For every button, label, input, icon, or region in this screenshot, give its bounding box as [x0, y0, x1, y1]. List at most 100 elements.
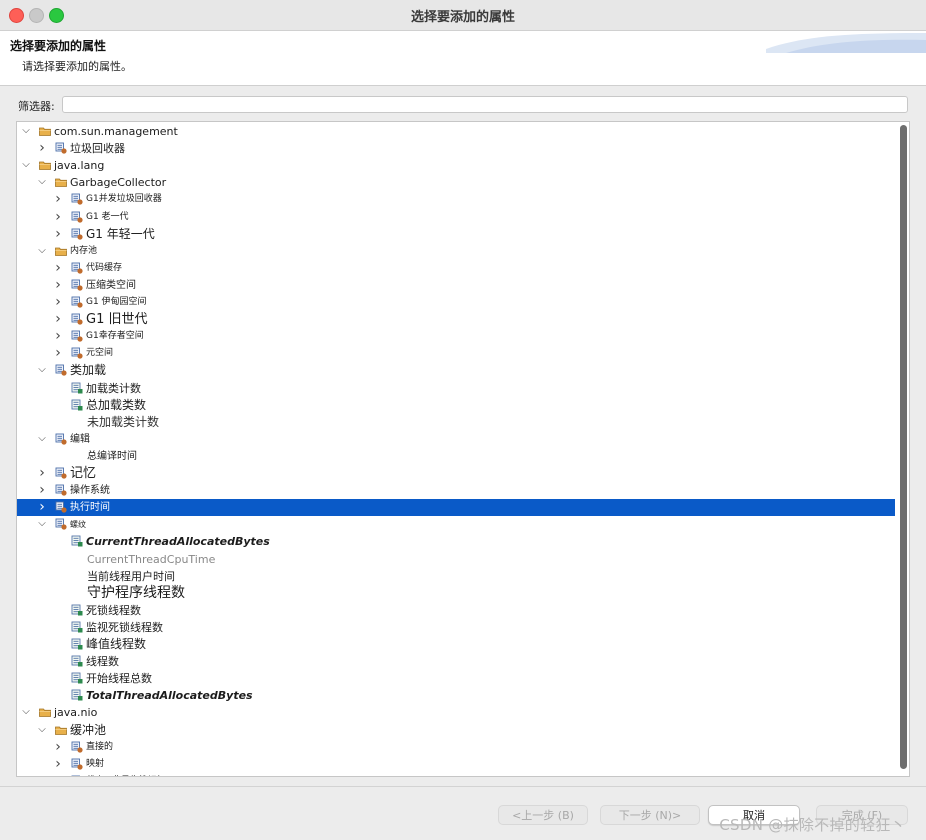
tree-row-label: 线程数	[86, 655, 119, 669]
tree-row[interactable]: 峰值线程数	[17, 636, 895, 653]
tree-row-label: G1 旧世代	[86, 312, 148, 328]
tree-row[interactable]: › 元空间	[17, 345, 895, 362]
tree-row-label: 螺纹	[70, 520, 86, 530]
tree-row[interactable]: ⌵ 螺纹	[17, 516, 895, 533]
chevron-down-icon[interactable]: ⌵	[21, 705, 31, 719]
chevron-down-icon[interactable]: ⌵	[37, 517, 47, 531]
tree-row[interactable]: TotalThreadAllocatedBytes	[17, 687, 895, 704]
tree-row[interactable]: ⌵ 内存池	[17, 243, 895, 260]
tree-row[interactable]: 死锁线程数	[17, 602, 895, 619]
tree-row[interactable]: ⌵ 缓冲池	[17, 722, 895, 739]
tree-row[interactable]: CurrentThreadAllocatedBytes	[17, 533, 895, 550]
chevron-right-icon[interactable]: ›	[37, 141, 47, 155]
tree-row-label: 编辑	[70, 433, 90, 445]
folder-icon	[39, 127, 51, 136]
tree-row[interactable]: › G1 伊甸园空间	[17, 294, 895, 311]
tree-row[interactable]: › 载人-“非易失性记忆”	[17, 773, 895, 776]
tree-row-label: 记忆	[70, 466, 97, 481]
chevron-down-icon[interactable]: ⌵	[21, 158, 31, 172]
mbean-icon	[71, 279, 83, 291]
chevron-right-icon[interactable]: ›	[53, 757, 63, 771]
tree-row[interactable]: › G1幸存者空间	[17, 328, 895, 345]
tree-scrollbar[interactable]	[900, 125, 907, 769]
tree-row-label: 当前线程用户时间	[87, 569, 175, 583]
tree-row[interactable]: › G1并发垃圾回收器	[17, 191, 895, 208]
chevron-right-icon[interactable]: ›	[53, 774, 63, 776]
chevron-down-icon[interactable]: ⌵	[37, 175, 47, 189]
attribute-icon	[71, 399, 83, 411]
tree-row[interactable]: ⌵ java.lang	[17, 157, 895, 174]
header-title: 选择要添加的属性	[10, 39, 107, 53]
tree-row[interactable]: ⌵ com.sun.management	[17, 123, 895, 140]
chevron-right-icon[interactable]: ›	[37, 500, 47, 514]
mbean-icon	[71, 313, 83, 325]
tree-row[interactable]: 加载类计数	[17, 380, 895, 397]
tree-row[interactable]: ⌵ GarbageCollector	[17, 174, 895, 191]
tree-row[interactable]: › 直接的	[17, 739, 895, 756]
attribute-tree[interactable]: ⌵ com.sun.management › 垃圾回收器 ⌵ java.lang ⌵ Garb…	[16, 121, 910, 777]
tree-row-label: 压缩类空间	[86, 279, 136, 291]
tree-row[interactable]: 未加载类计数	[17, 414, 895, 431]
attribute-icon	[71, 672, 83, 684]
tree-row[interactable]: 监视死锁线程数	[17, 619, 895, 636]
tree-row[interactable]: ⌵ 类加载	[17, 362, 895, 379]
chevron-down-icon[interactable]: ⌵	[21, 124, 31, 138]
tree-row[interactable]: › G1 年轻一代	[17, 226, 895, 243]
chevron-right-icon[interactable]: ›	[37, 466, 47, 480]
chevron-right-icon[interactable]: ›	[53, 312, 63, 326]
tree-row[interactable]: › 映射	[17, 756, 895, 773]
tree-row[interactable]: › 代码缓存	[17, 260, 895, 277]
tree-row[interactable]: CurrentThreadCpuTime	[17, 551, 895, 568]
mbean-icon	[55, 433, 67, 445]
chevron-right-icon[interactable]: ›	[53, 295, 63, 309]
tree-row[interactable]: › 记忆	[17, 465, 895, 482]
mbean-icon	[71, 347, 83, 359]
chevron-right-icon[interactable]: ›	[53, 329, 63, 343]
tree-row-label: CurrentThreadAllocatedBytes	[86, 535, 270, 549]
chevron-down-icon[interactable]: ⌵	[37, 363, 47, 377]
mbean-icon	[71, 758, 83, 770]
chevron-right-icon[interactable]: ›	[53, 740, 63, 754]
chevron-down-icon[interactable]: ⌵	[37, 244, 47, 258]
tree-row[interactable]: › G1 老一代	[17, 209, 895, 226]
tree-row[interactable]: › 压缩类空间	[17, 277, 895, 294]
header-description: 请选择要添加的属性。	[22, 60, 132, 73]
chevron-down-icon[interactable]: ⌵	[37, 432, 47, 446]
tree-row-label: 代码缓存	[86, 262, 123, 273]
chevron-right-icon[interactable]: ›	[53, 278, 63, 292]
tree-row[interactable]: ⌵ java.nio	[17, 704, 895, 721]
chevron-right-icon[interactable]: ›	[37, 483, 47, 497]
chevron-right-icon[interactable]: ›	[53, 192, 63, 206]
tree-row-label: 总加载类数	[86, 397, 147, 412]
tree-row-label: 守护程序线程数	[87, 584, 185, 601]
attribute-icon	[71, 382, 83, 393]
mbean-icon	[55, 518, 67, 530]
tree-row-label: CurrentThreadCpuTime	[87, 552, 216, 566]
back-button[interactable]: <上一步 (B)	[498, 805, 588, 825]
tree-row[interactable]: 开始线程总数	[17, 670, 895, 687]
chevron-down-icon[interactable]: ⌵	[37, 723, 47, 737]
tree-row[interactable]: › G1 旧世代	[17, 311, 895, 328]
next-button[interactable]: 下一步 (N)>	[600, 805, 700, 825]
tree-row[interactable]: ⌵ 编辑	[17, 431, 895, 448]
tree-row[interactable]: › 操作系统	[17, 482, 895, 499]
filter-input[interactable]	[62, 96, 908, 113]
tree-row[interactable]: 当前线程用户时间	[17, 568, 895, 585]
tree-row[interactable]: 守护程序线程数	[17, 585, 895, 602]
chevron-right-icon[interactable]: ›	[53, 227, 63, 241]
folder-icon	[55, 247, 67, 256]
attribute-icon	[71, 655, 83, 667]
chevron-right-icon[interactable]: ›	[53, 346, 63, 360]
tree-row[interactable]: › 垃圾回收器	[17, 140, 895, 157]
tree-row-label: G1 伊甸园空间	[86, 297, 147, 307]
tree-row[interactable]: › 执行时间	[17, 499, 895, 517]
chevron-right-icon[interactable]: ›	[53, 210, 63, 224]
tree-row-label: TotalThreadAllocatedBytes	[86, 689, 253, 703]
tree-row[interactable]: 总编译时间	[17, 448, 895, 465]
mbean-icon	[71, 775, 80, 776]
tree-row[interactable]: 总加载类数	[17, 397, 895, 414]
chevron-right-icon[interactable]: ›	[53, 261, 63, 275]
tree-row[interactable]: 线程数	[17, 653, 895, 670]
tree-row-label: 执行时间	[70, 502, 110, 514]
tree-row-label: 缓冲池	[70, 722, 107, 737]
